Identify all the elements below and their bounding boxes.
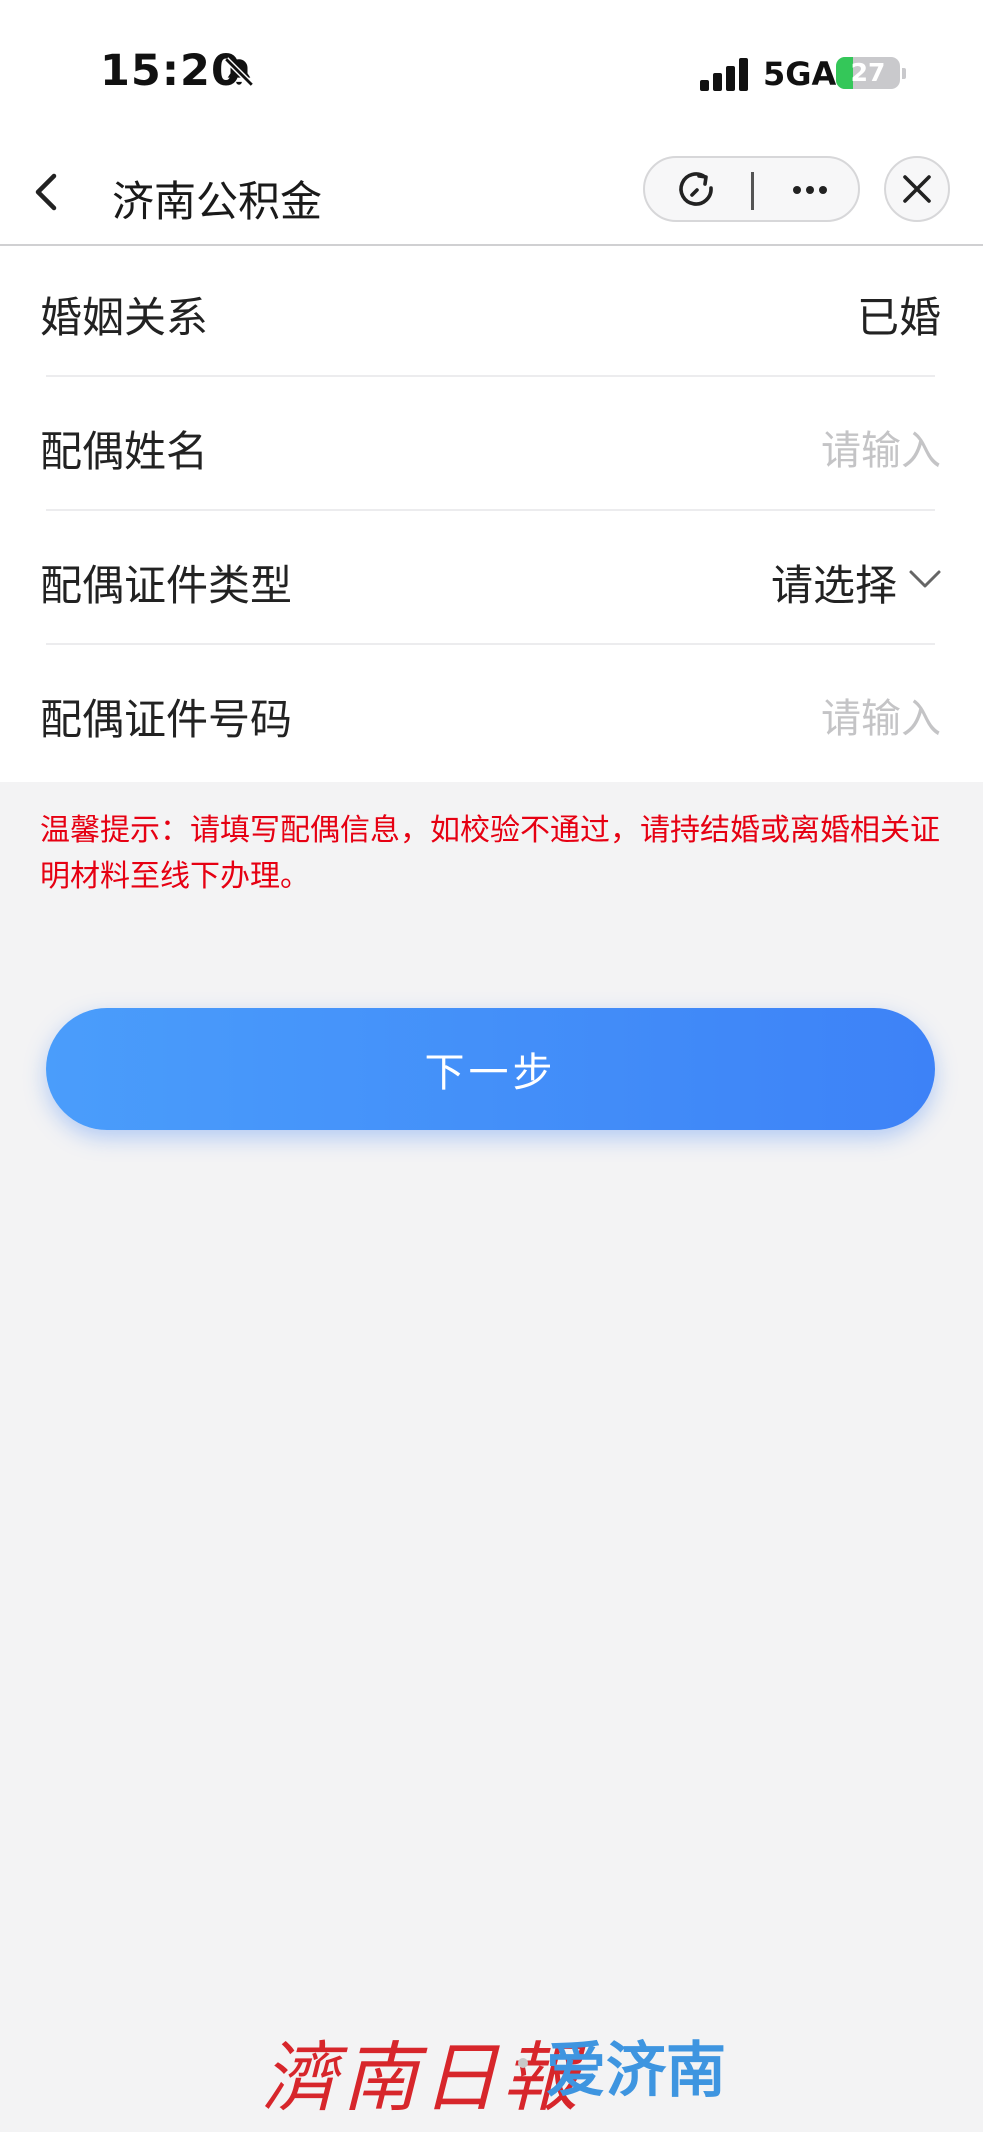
mini-program-capsule (643, 156, 860, 222)
spouse-id-number-label: 配偶证件号码 (40, 695, 293, 744)
spouse-name-row: 配偶姓名 请输入 (0, 380, 983, 514)
marital-status-row[interactable]: 婚姻关系 已婚 (0, 246, 983, 380)
nav-bar: 济南公积金 (0, 140, 983, 246)
close-button[interactable] (884, 156, 950, 222)
status-bar: 15:20 5GA 27 (0, 0, 983, 140)
next-step-button[interactable]: 下一步 (46, 1008, 935, 1130)
spouse-name-label: 配偶姓名 (40, 427, 209, 476)
divider (46, 509, 935, 511)
battery-tip (902, 68, 906, 79)
close-icon (903, 175, 931, 203)
spouse-id-type-row[interactable]: 配偶证件类型 请选择 (0, 514, 983, 648)
spouse-id-number-row: 配偶证件号码 请输入 (0, 648, 983, 782)
spouse-info-form: 婚姻关系 已婚 配偶姓名 请输入 配偶证件类型 请选择 配偶证件号码 请输入 (0, 246, 983, 782)
watermark-logo: 濟南日報 爱济南 (0, 2006, 983, 2122)
back-arrow-icon[interactable] (18, 162, 78, 222)
battery-charging-icon: 27 (836, 57, 900, 89)
network-type: 5GA (763, 55, 837, 93)
capsule-divider (751, 172, 754, 210)
spouse-id-type-select[interactable]: 请选择 (771, 552, 897, 613)
battery-percent: 27 (850, 58, 886, 87)
status-time: 15:20 (100, 46, 242, 96)
chevron-down-icon (909, 570, 941, 588)
divider (46, 375, 935, 377)
warning-tip: 温馨提示：请填写配偶信息，如校验不通过，请持结婚或离婚相关证明材料至线下办理。 (40, 813, 940, 894)
spouse-id-type-label: 配偶证件类型 (40, 561, 293, 610)
signal-icon (700, 57, 750, 91)
logo-separator-dot (518, 2058, 528, 2068)
marital-status-label: 婚姻关系 (40, 293, 209, 342)
jinan-daily-logo: 濟南日報 (262, 2033, 582, 2122)
divider (46, 643, 935, 645)
more-dots-icon[interactable] (785, 168, 835, 212)
ai-jinan-logo: 爱济南 (546, 2036, 726, 2106)
bell-slash-icon (224, 57, 254, 87)
refresh-icon[interactable] (675, 168, 719, 212)
marital-status-value: 已婚 (856, 293, 941, 342)
spouse-id-number-input[interactable]: 请输入 (821, 686, 941, 744)
page-title: 济南公积金 (112, 177, 323, 226)
spouse-name-input[interactable]: 请输入 (821, 418, 941, 476)
